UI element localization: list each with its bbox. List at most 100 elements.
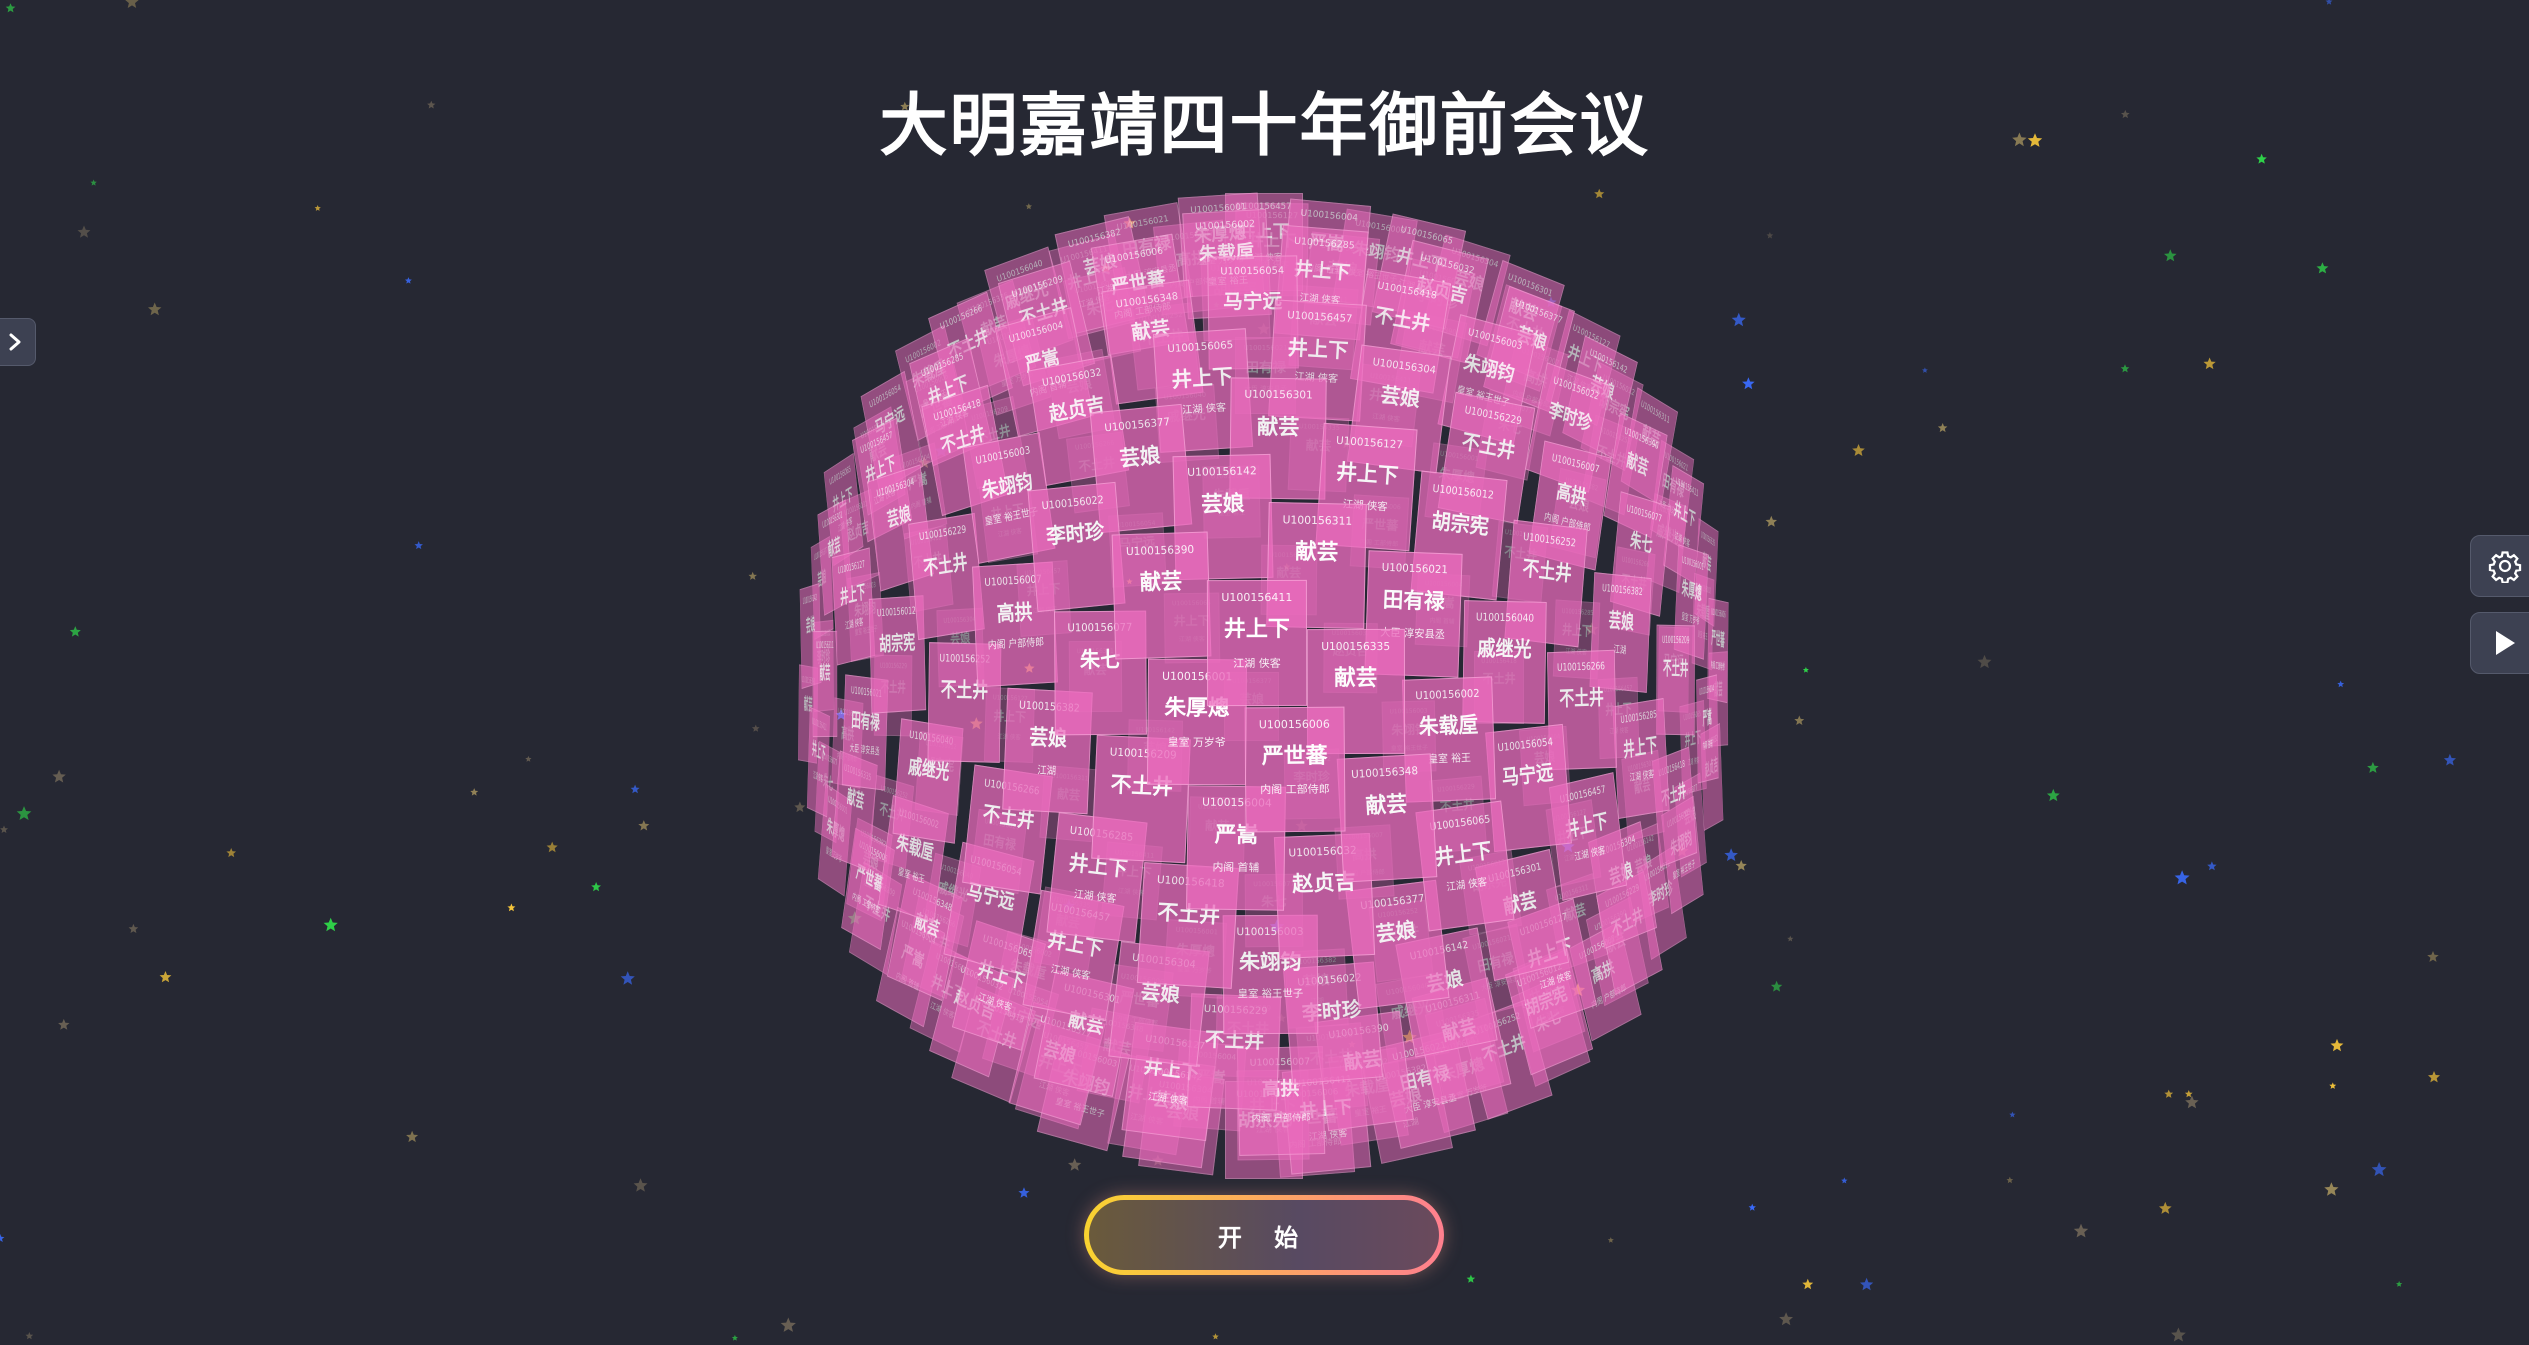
card-name: 田有禄	[1381, 586, 1445, 615]
card-name: 献芸	[1139, 568, 1183, 596]
card-id: U100156382	[1601, 582, 1643, 598]
card-id: U100156304	[1371, 356, 1437, 377]
settings-button[interactable]	[2470, 535, 2529, 597]
play-button[interactable]	[2470, 612, 2529, 674]
card-id: U100156348	[1350, 764, 1419, 781]
name-card[interactable]: U100156411 井上下江湖 侠客	[1207, 580, 1308, 707]
card-info: 江湖 侠客	[844, 615, 864, 632]
card-id: U100156348	[1114, 291, 1179, 311]
card-name: 献芸	[819, 662, 831, 684]
name-card[interactable]: U100156348 献芸	[1336, 753, 1438, 883]
card-info	[1140, 936, 1233, 942]
card-id: U100156285	[1293, 235, 1356, 252]
card-id: U100156457	[1286, 310, 1353, 326]
card-id: U100156311	[1282, 512, 1353, 528]
card-name: 李时珍	[1044, 518, 1105, 550]
card-name: 高拱	[1555, 478, 1588, 511]
name-card[interactable]: U100156285 井上下江湖 侠客	[1611, 697, 1670, 819]
name-card[interactable]: U100156004 严嵩内阁 首辅	[1696, 674, 1719, 784]
name-card[interactable]: U100156022 李时珍	[1027, 481, 1125, 612]
card-name: 胡宗宪	[1430, 507, 1490, 539]
card-info: 江湖 侠客	[1446, 876, 1488, 895]
card-info	[915, 584, 980, 595]
card-info	[897, 788, 958, 798]
sidebar-toggle-button[interactable]	[0, 318, 36, 366]
card-name: 芸娘	[1379, 382, 1422, 412]
card-id: U100156006	[1258, 717, 1330, 732]
card-info	[1615, 559, 1664, 574]
card-info	[1658, 811, 1694, 825]
card-id: U100156065	[1166, 339, 1234, 356]
card-id: U100156012	[1431, 482, 1495, 501]
card-id: U100156390	[1125, 542, 1195, 558]
card-id: U100156311	[816, 640, 834, 652]
card-id: U100156021	[1381, 560, 1448, 576]
card-name: 井上下	[1286, 335, 1349, 363]
card-info: 江湖 侠客	[1629, 769, 1654, 784]
card-name: 不土井	[922, 549, 969, 581]
card-name: 朱载垕	[1418, 713, 1479, 741]
card-id: U100156054	[1496, 735, 1554, 755]
card-name: 献芸	[1256, 413, 1300, 440]
name-card[interactable]: U100156006 严世蕃内阁 工部侍郎	[1244, 706, 1345, 833]
card-id: U100156002	[1414, 686, 1480, 703]
card-name: 井上下	[811, 738, 826, 766]
card-name: 献芸	[1294, 539, 1339, 566]
card-name: 井上下	[1335, 459, 1400, 490]
card-id: U100156006	[1104, 244, 1164, 266]
card-info: 江湖 侠客	[1073, 888, 1117, 905]
card-id: U100156418	[1376, 279, 1438, 302]
card-info: 江湖	[1036, 762, 1057, 777]
card-name: 芸娘	[1607, 607, 1635, 634]
card-name: 芸娘	[1200, 491, 1245, 518]
card-info	[1114, 1011, 1201, 1021]
card-info	[1034, 555, 1120, 564]
card-id: U100156022	[1040, 493, 1104, 512]
card-info	[1463, 674, 1543, 676]
card-name: 井上下	[1622, 732, 1658, 762]
card-id: U100156127	[1335, 433, 1404, 452]
card-id: U100156229	[1463, 403, 1523, 428]
card-info: 内阁 首辅	[1702, 738, 1713, 752]
name-card-sphere: U100156377芸娘U100156032赵贞吉U100156065井上下江湖…	[0, 0, 2529, 1345]
card-name: 严世蕃	[1261, 743, 1328, 770]
card-info	[1491, 797, 1567, 806]
start-button[interactable]: 开 始	[1084, 1195, 1444, 1275]
card-id: U100156127	[837, 558, 865, 576]
card-id: U100156007	[1551, 452, 1601, 476]
card-id: U100156003	[974, 444, 1031, 468]
card-info	[1341, 829, 1433, 834]
name-card[interactable]: U100156311 献芸	[812, 631, 838, 738]
card-id: U100156077	[1626, 503, 1663, 525]
card-id: U100156040	[1475, 611, 1534, 625]
card-name: 朱厚熜	[1681, 577, 1703, 606]
card-id: U100156004	[1300, 208, 1359, 224]
card-id: U100156054	[1219, 265, 1284, 278]
card-info	[871, 665, 924, 669]
card-id: U100156032	[1041, 367, 1103, 389]
card-id: U100156252	[1522, 531, 1577, 551]
gear-icon	[2488, 551, 2522, 583]
card-info: 皇室 裕王世子	[1237, 987, 1303, 1000]
card-info: 皇室 万岁爷	[1167, 734, 1226, 749]
card-name: 戚继光	[1476, 636, 1532, 663]
card-id: U100156002	[1194, 218, 1255, 233]
card-name: 献芸	[1364, 791, 1408, 819]
card-info	[968, 836, 1044, 848]
name-card[interactable]: U100156390 献芸	[1111, 531, 1212, 659]
card-info: 江湖 侠客	[1050, 964, 1092, 983]
card-info: 江湖 侠客	[812, 771, 823, 786]
start-button-label: 开 始	[1089, 1200, 1439, 1270]
card-id: U100156301	[1244, 388, 1313, 402]
card-info	[1703, 783, 1722, 794]
card-info	[1231, 451, 1325, 452]
card-name: 井上下	[839, 580, 866, 610]
card-id: U100156335	[1700, 528, 1716, 548]
card-id: U100156006	[1711, 607, 1726, 622]
card-id: U100156377	[1103, 415, 1171, 434]
card-id: U100156229	[918, 524, 967, 544]
card-id: U100156142	[802, 592, 817, 608]
card-info: 江湖 侠客	[1574, 845, 1607, 864]
card-info: 内阁 工部侍郎	[1259, 783, 1330, 797]
card-name: 朱七	[1629, 528, 1654, 558]
